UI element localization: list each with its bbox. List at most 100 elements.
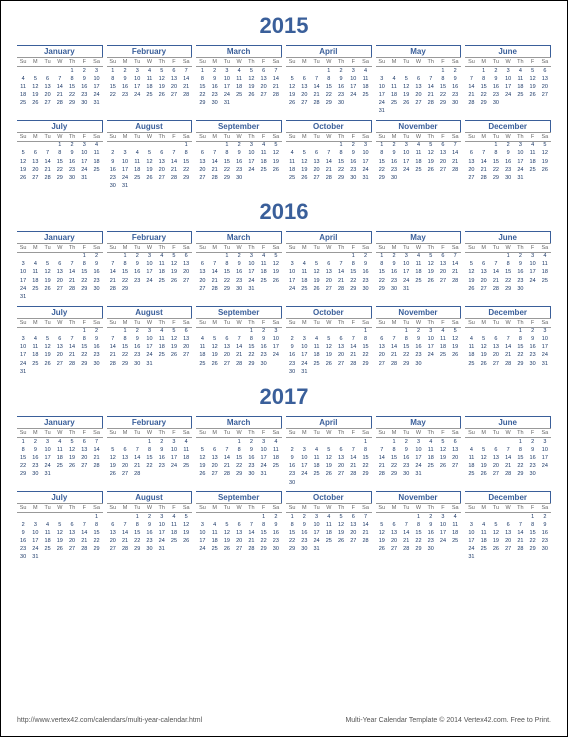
day-cell: 6 bbox=[196, 261, 208, 269]
day-cell: 27 bbox=[437, 277, 449, 285]
day-cell: 14 bbox=[502, 344, 514, 352]
day-cell: 20 bbox=[310, 166, 322, 174]
day-cell: 4 bbox=[514, 67, 526, 75]
day-cell: 23 bbox=[449, 91, 461, 99]
day-header: W bbox=[233, 133, 245, 141]
day-cell: 3 bbox=[221, 67, 233, 75]
day-cell: 13 bbox=[323, 269, 335, 277]
day-headers: SuMTuWThFSa bbox=[376, 428, 462, 438]
day-cell: 5 bbox=[221, 521, 233, 529]
day-cell: 2 bbox=[527, 328, 539, 336]
day-cell: 10 bbox=[156, 521, 168, 529]
day-header: M bbox=[298, 58, 310, 66]
day-cell: 14 bbox=[388, 344, 400, 352]
day-cell: 24 bbox=[502, 91, 514, 99]
day-header: M bbox=[388, 58, 400, 66]
day-header: W bbox=[143, 429, 155, 437]
days-grid: 1234567891011121314151617181920212223242… bbox=[107, 67, 193, 100]
day-header: Tu bbox=[310, 429, 322, 437]
day-cell: 5 bbox=[54, 521, 66, 529]
day-cell: 5 bbox=[298, 150, 310, 158]
day-header: M bbox=[298, 429, 310, 437]
day-cell: 6 bbox=[335, 336, 347, 344]
day-cell: 4 bbox=[29, 336, 41, 344]
day-cell: 3 bbox=[41, 438, 53, 446]
day-cell: 29 bbox=[90, 546, 102, 554]
day-header: Su bbox=[465, 133, 477, 141]
day-header: M bbox=[298, 244, 310, 252]
day-cell: 14 bbox=[180, 75, 192, 83]
day-cell: 30 bbox=[66, 174, 78, 182]
day-cell: 11 bbox=[131, 158, 143, 166]
day-cell: 19 bbox=[298, 166, 310, 174]
day-cell: 19 bbox=[425, 269, 437, 277]
day-cell: 10 bbox=[143, 336, 155, 344]
month: AugustSuMTuWThFSa12345678910111213141516… bbox=[107, 306, 193, 377]
day-cell: 9 bbox=[17, 530, 29, 538]
day-cell: 28 bbox=[425, 100, 437, 108]
day-header: Th bbox=[425, 319, 437, 327]
day-header: Th bbox=[156, 429, 168, 437]
day-cell: 9 bbox=[233, 150, 245, 158]
day-cell: 5 bbox=[41, 336, 53, 344]
day-cell: 17 bbox=[376, 91, 388, 99]
day-cell: 20 bbox=[465, 166, 477, 174]
day-header: M bbox=[209, 319, 221, 327]
day-cell: 23 bbox=[233, 166, 245, 174]
day-cell: 29 bbox=[131, 546, 143, 554]
day-cell: 11 bbox=[310, 455, 322, 463]
day-cell: 30 bbox=[233, 285, 245, 293]
day-cell: 15 bbox=[502, 269, 514, 277]
day-cell: 8 bbox=[376, 150, 388, 158]
day-cell: 23 bbox=[66, 166, 78, 174]
day-cell: 13 bbox=[119, 455, 131, 463]
month-name: June bbox=[465, 231, 551, 243]
day-cell: 9 bbox=[258, 336, 270, 344]
day-cell: 1 bbox=[323, 67, 335, 75]
day-cell: 2 bbox=[388, 142, 400, 150]
day-header: F bbox=[437, 58, 449, 66]
day-cell: 5 bbox=[437, 438, 449, 446]
day-headers: SuMTuWThFSa bbox=[286, 243, 372, 253]
day-cell: 6 bbox=[168, 67, 180, 75]
day-cell: 24 bbox=[29, 546, 41, 554]
month-name: March bbox=[196, 231, 282, 243]
day-cell: 25 bbox=[359, 91, 371, 99]
day-cell: 4 bbox=[527, 142, 539, 150]
day-cell: 19 bbox=[17, 166, 29, 174]
day-cell: 6 bbox=[449, 438, 461, 446]
day-cell: 24 bbox=[286, 285, 298, 293]
day-cell: 22 bbox=[180, 166, 192, 174]
day-cell: 18 bbox=[54, 455, 66, 463]
day-cell: 4 bbox=[41, 521, 53, 529]
day-header: W bbox=[233, 58, 245, 66]
day-cell: 14 bbox=[221, 455, 233, 463]
day-cell: 7 bbox=[335, 261, 347, 269]
days-grid: 1234567891011121314151617181920212223242… bbox=[465, 253, 551, 294]
day-header: Tu bbox=[41, 319, 53, 327]
day-headers: SuMTuWThFSa bbox=[17, 503, 103, 513]
day-cell: 30 bbox=[335, 100, 347, 108]
day-cell: 7 bbox=[347, 336, 359, 344]
day-cell: 30 bbox=[449, 100, 461, 108]
day-cell: 22 bbox=[107, 91, 119, 99]
day-cell: 10 bbox=[196, 530, 208, 538]
day-cell: 2 bbox=[347, 142, 359, 150]
day-cell: 23 bbox=[78, 91, 90, 99]
day-header: Th bbox=[66, 133, 78, 141]
day-header: F bbox=[168, 429, 180, 437]
days-grid: 1234567891011121314151617181920212223242… bbox=[196, 513, 282, 554]
day-cell: 12 bbox=[270, 150, 282, 158]
day-cell: 4 bbox=[425, 438, 437, 446]
day-header: W bbox=[502, 319, 514, 327]
day-header: M bbox=[119, 244, 131, 252]
day-cell: 25 bbox=[286, 174, 298, 182]
day-cell: 29 bbox=[478, 100, 490, 108]
days-grid: 1234567891011121314151617181920212223242… bbox=[286, 67, 372, 108]
day-cell: 29 bbox=[119, 285, 131, 293]
day-cell: 15 bbox=[514, 455, 526, 463]
day-cell: 8 bbox=[119, 261, 131, 269]
day-cell: 15 bbox=[78, 269, 90, 277]
day-cell: 12 bbox=[286, 83, 298, 91]
day-header: Tu bbox=[221, 58, 233, 66]
